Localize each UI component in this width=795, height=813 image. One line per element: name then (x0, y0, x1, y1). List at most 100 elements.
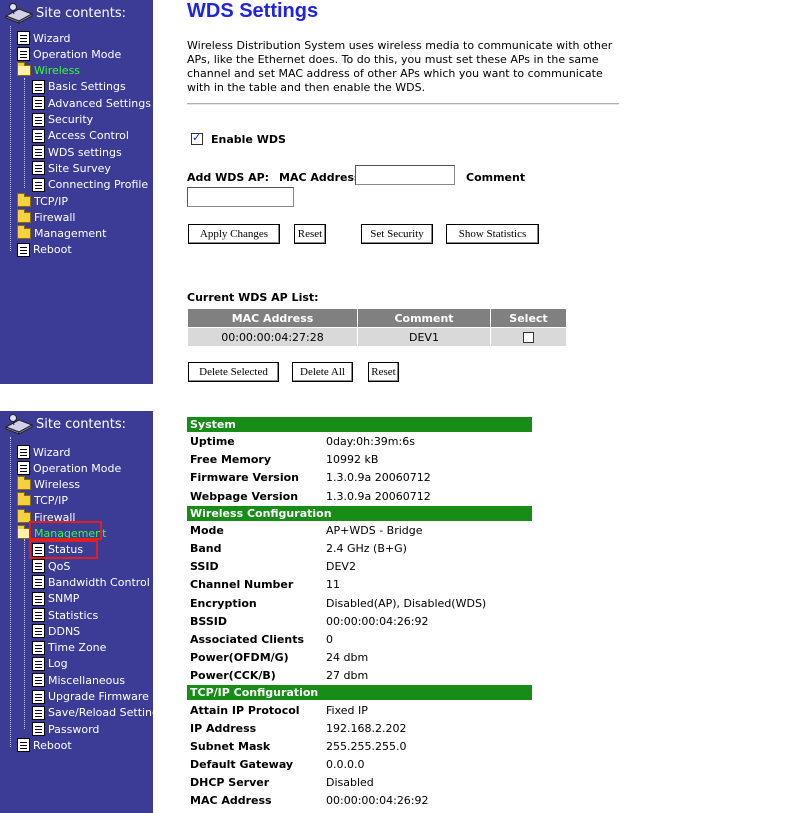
sidebar-item-time-zone[interactable]: Time Zone (32, 640, 106, 656)
status-row: Encryption Disabled(AP), Disabled(WDS) (187, 594, 532, 613)
sidebar-item-reboot[interactable]: Reboot (17, 737, 72, 753)
document-icon (32, 656, 45, 671)
divider (187, 103, 619, 105)
sidebar-item-bandwidth-control[interactable]: Bandwidth Control (32, 574, 150, 590)
status-key: Uptime (187, 433, 324, 451)
sidebar-item-wireless[interactable]: Wireless (17, 476, 80, 493)
sidebar-item-label: Operation Mode (33, 461, 122, 475)
document-icon (17, 31, 30, 45)
status-key: SSID (187, 558, 324, 576)
sidebar-item-firewall[interactable]: Firewall (17, 208, 76, 225)
document-icon (32, 673, 45, 688)
status-key: BSSID (187, 612, 324, 630)
set-security-button[interactable]: Set Security (361, 224, 433, 244)
sidebar-item-label: Firewall (34, 210, 76, 224)
sidebar-item-save-reload-setting[interactable]: Save/Reload Setting (32, 705, 159, 721)
sidebar-item-connecting-profile[interactable]: Connecting Profile (32, 177, 148, 193)
sidebar-item-label: Log (48, 657, 68, 671)
document-icon (32, 591, 45, 606)
status-key: Mode (187, 521, 324, 539)
folder-icon (17, 476, 31, 491)
status-key: Channel Number (187, 576, 324, 594)
section-header-tcp-ip-configuration: TCP/IP Configuration (187, 685, 532, 702)
enable-wds-label: Enable WDS (211, 133, 286, 146)
status-row: BSSID 00:00:00:04:26:92 (187, 612, 532, 631)
document-icon (32, 128, 45, 143)
status-key: Default Gateway (187, 756, 324, 774)
sidebar-item-tcp-ip[interactable]: TCP/IP (17, 492, 68, 509)
row-select-checkbox[interactable] (523, 332, 534, 343)
sidebar-item-label: Security (48, 113, 94, 126)
status-key: Webpage Version (187, 487, 324, 505)
sidebar-item-label: WDS settings (48, 145, 122, 159)
status-key: DHCP Server (187, 774, 324, 792)
site-contents-title: Site contents: (36, 5, 127, 21)
sidebar-item-access-control[interactable]: Access Control (32, 128, 129, 144)
enable-wds-checkbox[interactable] (191, 131, 203, 145)
status-value: 1.3.0.9a 20060712 (324, 487, 532, 505)
sidebar-item-label: DDNS (48, 624, 81, 638)
sidebar-item-label: Wizard (33, 445, 71, 459)
sidebar-item-advanced-settings[interactable]: Advanced Settings (32, 95, 151, 111)
delete-all-button[interactable]: Delete All (292, 362, 353, 382)
sidebar-item-log[interactable]: Log (32, 656, 68, 672)
sidebar-item-security[interactable]: Security (32, 112, 93, 128)
status-key: MAC Address (187, 792, 324, 810)
sidebar-item-label: Save/Reload Setting (48, 706, 160, 720)
status-value: Fixed IP (324, 701, 532, 719)
sidebar-item-basic-settings[interactable]: Basic Settings (32, 79, 126, 95)
status-key: IP Address (187, 719, 324, 737)
status-row: Band 2.4 GHz (B+G) (187, 539, 532, 559)
status-value: 00:00:00:04:26:92 (324, 612, 532, 630)
sidebar-item-tcp-ip[interactable]: TCP/IP (17, 192, 68, 209)
sidebar-item-wds-settings[interactable]: WDS settings (32, 144, 122, 160)
sidebar-item-password[interactable]: Password (32, 721, 99, 737)
status-value: 2.4 GHz (B+G) (324, 539, 532, 558)
sidebar-item-qos[interactable]: QoS (32, 558, 70, 574)
document-icon (17, 47, 30, 62)
sidebar-item-label: Wireless (34, 64, 81, 78)
sidebar-item-wizard[interactable]: Wizard (17, 30, 71, 46)
status-row: Webpage Version 1.3.0.9a 20060712 (187, 487, 532, 506)
status-key: Free Memory (187, 451, 324, 469)
sidebar-item-reboot[interactable]: Reboot (17, 242, 72, 258)
reset-list-button[interactable]: Reset (368, 362, 399, 382)
mac-address-input[interactable] (355, 165, 455, 185)
sidebar-item-wireless[interactable]: Wireless (17, 62, 81, 79)
sidebar-item-site-survey[interactable]: Site Survey (32, 160, 111, 176)
folder-icon (17, 225, 31, 240)
sidebar-item-operation-mode[interactable]: Operation Mode (17, 46, 121, 62)
reset-button[interactable]: Reset (294, 224, 326, 244)
delete-selected-button[interactable]: Delete Selected (188, 362, 279, 382)
sidebar-item-wizard[interactable]: Wizard (17, 444, 71, 460)
status-row: Default Gateway 0.0.0.0 (187, 756, 532, 775)
sidebar-item-label: Upgrade Firmware (48, 690, 149, 703)
sidebar-item-management[interactable]: Management (17, 225, 106, 242)
table-row: 00:00:00:04:27:28 DEV1 (187, 327, 567, 347)
table-header-row: MAC Address Comment Select (187, 308, 567, 328)
sidebar-item-snmp[interactable]: SNMP (32, 591, 79, 607)
show-statistics-button[interactable]: Show Statistics (446, 224, 539, 244)
section-header-wireless-configuration: Wireless Configuration (187, 505, 532, 522)
document-icon (32, 112, 45, 127)
sidebar-item-label: TCP/IP (34, 194, 68, 208)
sidebar-item-operation-mode[interactable]: Operation Mode (17, 460, 121, 476)
document-icon (32, 145, 45, 160)
sidebar-item-label: Miscellaneous (48, 673, 126, 687)
sidebar-item-label: Wizard (33, 31, 71, 45)
status-row: IP Address 192.168.2.202 (187, 719, 532, 738)
status-value: 24 dbm (324, 649, 532, 667)
site-contents-title: Site contents: (36, 416, 127, 432)
status-value: Disabled(AP), Disabled(WDS) (324, 594, 532, 612)
sidebar-item-ddns[interactable]: DDNS (32, 623, 80, 639)
sidebar-item-label: Statistics (48, 608, 99, 622)
document-icon (32, 161, 45, 176)
status-row: Subnet Mask 255.255.255.0 (187, 737, 532, 756)
sidebar-item-statistics[interactable]: Statistics (32, 607, 98, 623)
status-key: Subnet Mask (187, 737, 324, 755)
main-content: WDS Settings Wireless Distribution Syste… (153, 0, 795, 384)
apply-changes-button[interactable]: Apply Changes (188, 224, 280, 244)
sidebar-item-miscellaneous[interactable]: Miscellaneous (32, 672, 125, 688)
sidebar-item-upgrade-firmware[interactable]: Upgrade Firmware (32, 689, 149, 705)
comment-input[interactable] (187, 187, 294, 207)
